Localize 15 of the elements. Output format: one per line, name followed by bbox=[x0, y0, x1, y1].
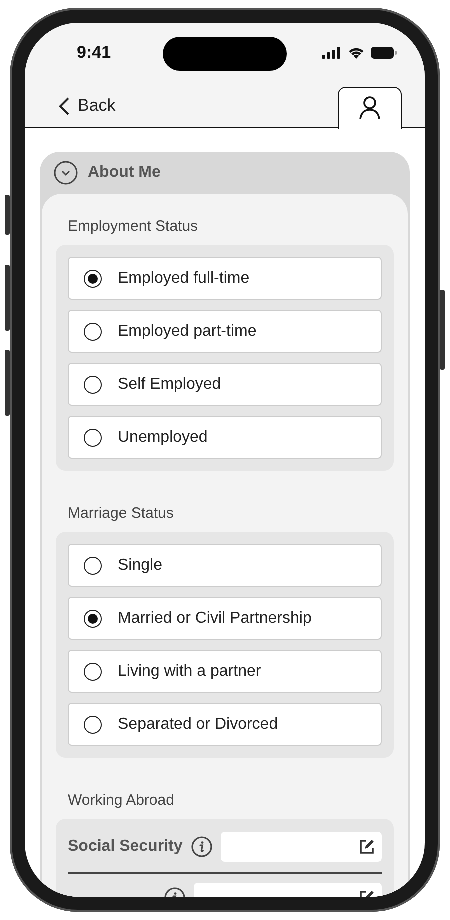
radio-option[interactable]: Separated or Divorced bbox=[68, 703, 382, 746]
group-title: Marriage Status bbox=[67, 505, 175, 522]
status-time: 9:41 bbox=[77, 43, 112, 63]
radio-option[interactable]: Unemployed bbox=[68, 416, 382, 459]
radio-option[interactable]: Self Employed bbox=[68, 363, 382, 406]
radio-option[interactable]: Employed full-time bbox=[68, 257, 382, 300]
radio-option[interactable]: Married or Civil Partnership bbox=[68, 597, 382, 640]
radio-option[interactable]: Single bbox=[68, 544, 382, 587]
radio-option[interactable]: Employed part-time bbox=[68, 310, 382, 353]
section-title: About Me bbox=[88, 164, 161, 182]
group-title: Employment Status bbox=[67, 218, 200, 235]
back-button[interactable]: Back bbox=[59, 96, 116, 116]
radio-option[interactable]: Living with a partner bbox=[68, 650, 382, 693]
field-label: Social Security bbox=[68, 838, 183, 856]
group-title: Working Abroad bbox=[67, 792, 176, 809]
